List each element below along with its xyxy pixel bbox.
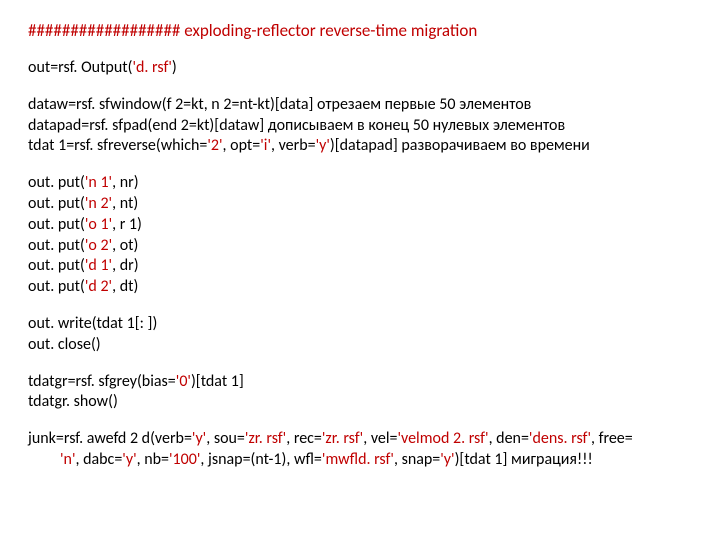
code-line: out. close()	[28, 335, 692, 356]
string-literal: 'd 2'	[85, 277, 112, 296]
code-text: , nt)	[112, 194, 138, 213]
code-line: out. put('o 2', ot)	[28, 236, 692, 257]
code-line: tdatgr. show()	[28, 392, 692, 413]
string-literal: 'velmod 2. rsf'	[397, 429, 488, 448]
code-text: tdatgr=rsf. sfgrey(bias=	[28, 372, 176, 391]
code-text: , dt)	[112, 277, 138, 296]
code-line: datapad=rsf. sfpad(end 2=kt)[dataw] допи…	[28, 116, 692, 137]
string-literal: 'y'	[440, 450, 454, 469]
code-text: , nr)	[112, 173, 138, 192]
put-block: out. put('n 1', nr) out. put('n 2', nt) …	[28, 173, 692, 298]
string-literal: 'o 2'	[85, 236, 112, 255]
string-literal: 'o 1'	[85, 215, 112, 234]
string-literal: 'zr. rsf'	[322, 429, 363, 448]
section-heading: ################## exploding-reflector r…	[28, 20, 692, 42]
string-literal: 'dens. rsf'	[529, 429, 591, 448]
string-literal: '0'	[176, 372, 191, 391]
code-text: , rec=	[286, 429, 322, 448]
output-block: out=rsf. Output('d. rsf')	[28, 58, 692, 79]
write-block: out. write(tdat 1[: ]) out. close()	[28, 314, 692, 356]
code-text: , nb=	[137, 450, 169, 469]
string-literal: 'n 1'	[85, 173, 112, 192]
string-literal: 'y'	[192, 429, 206, 448]
string-literal: 'i'	[260, 136, 271, 155]
string-literal: 'zr. rsf'	[245, 429, 286, 448]
code-text: , free=	[591, 429, 633, 448]
code-text: , snap=	[394, 450, 440, 469]
code-text: out. put(	[28, 256, 85, 275]
string-literal: 'n 2'	[85, 194, 112, 213]
grey-block: tdatgr=rsf. sfgrey(bias='0')[tdat 1] tda…	[28, 372, 692, 414]
junk-block: junk=rsf. awefd 2 d(verb='y', sou='zr. r…	[28, 429, 692, 471]
code-line: tdatgr=rsf. sfgrey(bias='0')[tdat 1]	[28, 372, 692, 393]
code-text: , jsnap=(nt-1), wfl=	[200, 450, 322, 469]
code-text: out. put(	[28, 173, 85, 192]
code-text: , ot)	[112, 236, 138, 255]
code-text: out. put(	[28, 277, 85, 296]
string-literal: 'd. rsf'	[132, 58, 171, 77]
code-line-continuation: 'n', dabc='y', nb='100', jsnap=(nt-1), w…	[28, 450, 692, 471]
code-line: tdat 1=rsf. sfreverse(which='2', opt='i'…	[28, 136, 692, 157]
string-literal: '100'	[169, 450, 200, 469]
code-text: , verb=	[271, 136, 316, 155]
code-text: )[tdat 1]	[191, 372, 244, 391]
code-text: out. put(	[28, 236, 85, 255]
code-line: out. put('n 2', nt)	[28, 194, 692, 215]
code-line: junk=rsf. awefd 2 d(verb='y', sou='zr. r…	[28, 429, 692, 450]
string-literal: 'n'	[60, 450, 75, 469]
code-text: , dr)	[112, 256, 138, 275]
code-line: out. put('o 1', r 1)	[28, 215, 692, 236]
code-text: , r 1)	[112, 215, 142, 234]
string-literal: 'y'	[316, 136, 330, 155]
code-line: out. put('d 1', dr)	[28, 256, 692, 277]
heading-hashes: ##################	[28, 20, 184, 41]
string-literal: 'd 1'	[85, 256, 112, 275]
code-text: , sou=	[206, 429, 245, 448]
code-line: out=rsf. Output('d. rsf')	[28, 58, 692, 79]
window-block: dataw=rsf. sfwindow(f 2=kt, n 2=nt-kt)[d…	[28, 95, 692, 157]
code-text: , den=	[489, 429, 529, 448]
code-line: out. put('d 2', dt)	[28, 277, 692, 298]
code-line: out. write(tdat 1[: ])	[28, 314, 692, 335]
code-text: out. put(	[28, 194, 85, 213]
code-text: out. put(	[28, 215, 85, 234]
code-text: )[tdat 1] миграция!!!	[455, 450, 593, 469]
code-text: )	[172, 58, 177, 77]
code-text: out=rsf. Output(	[28, 58, 132, 77]
string-literal: 'y'	[122, 450, 136, 469]
code-text: junk=rsf. awefd 2 d(verb=	[28, 429, 192, 448]
code-line: dataw=rsf. sfwindow(f 2=kt, n 2=nt-kt)[d…	[28, 95, 692, 116]
string-literal: '2'	[207, 136, 222, 155]
code-line: out. put('n 1', nr)	[28, 173, 692, 194]
code-text: , opt=	[223, 136, 261, 155]
string-literal: 'mwfld. rsf'	[322, 450, 394, 469]
code-text: , vel=	[363, 429, 397, 448]
heading-text: exploding-reflector reverse-time migrati…	[184, 20, 477, 41]
code-text: tdat 1=rsf. sfreverse(which=	[28, 136, 207, 155]
code-text: )[datapad] разворачиваем во времени	[330, 136, 590, 155]
code-text: , dabc=	[75, 450, 122, 469]
